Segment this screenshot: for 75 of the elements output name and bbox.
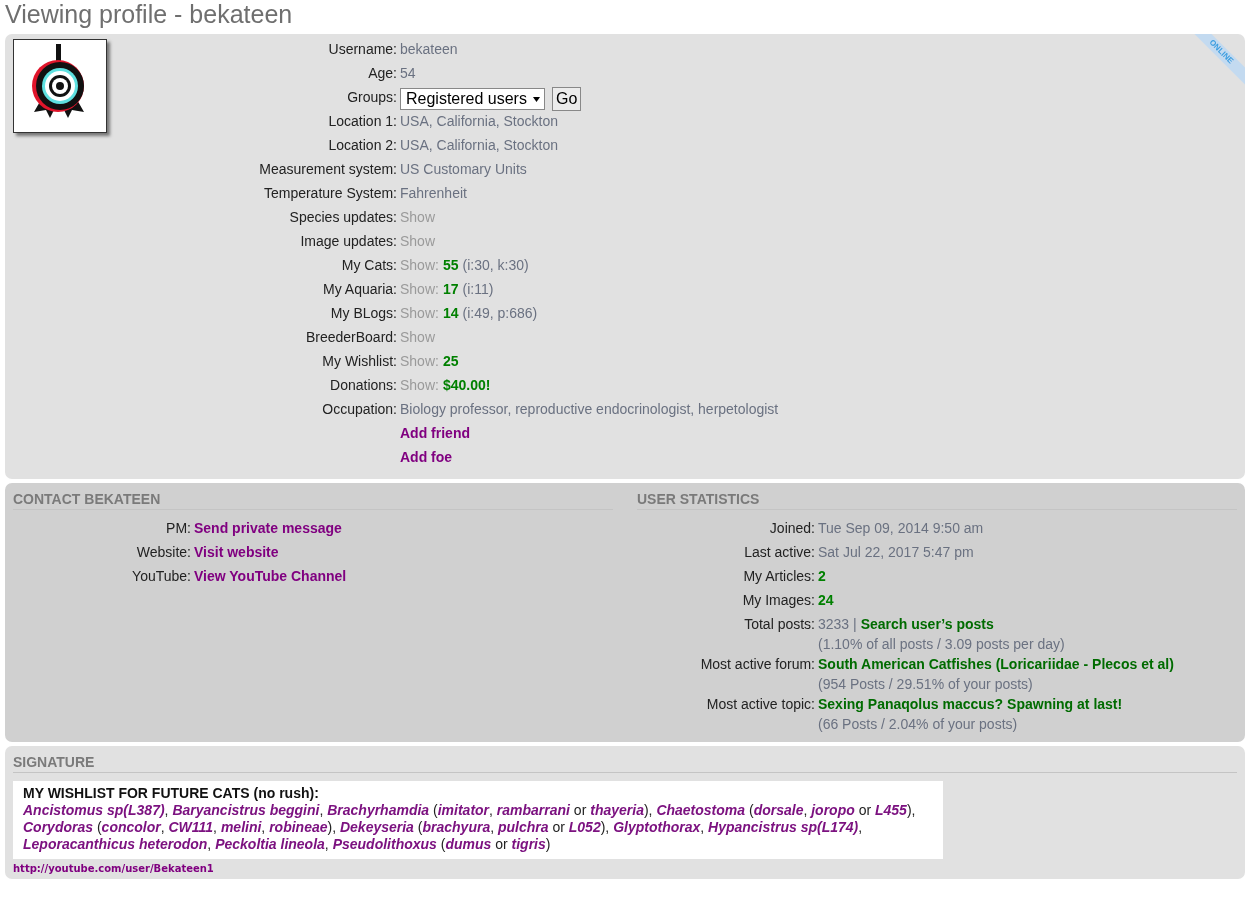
field-label: Image updates: (299, 232, 398, 251)
profile-link[interactable]: Add foe (400, 447, 453, 467)
field-label: Website: (135, 543, 192, 562)
profile-link[interactable]: Search user’s posts (860, 614, 994, 634)
field-label: Groups: (346, 88, 398, 107)
field-label: My Cats: (340, 256, 398, 275)
field-label: Last active: (743, 543, 816, 562)
value-text[interactable]: Show (400, 231, 436, 251)
signature-link[interactable]: http://youtube.com/user/Bekateen1 (13, 863, 214, 874)
field-label: Species updates: (288, 208, 398, 227)
value-text: Biology professor, reproductive endocrinologist, herpetologist (400, 400, 779, 419)
field-label: Temperature System: (262, 184, 398, 203)
field-label: Most active forum: (699, 655, 816, 674)
field-label: Measurement system: (258, 160, 398, 179)
field-label: Most active topic: (705, 695, 816, 714)
note-text: (66 Posts / 2.04% of your posts) (818, 715, 1019, 734)
count-text: 14 (442, 304, 459, 323)
field-label: Location 2: (327, 136, 398, 155)
note-text: (954 Posts / 29.51% of your posts) (818, 675, 1034, 694)
value-text: USA, California, Stockton (400, 112, 558, 131)
value-text: (i:11) (462, 280, 494, 299)
profile-link[interactable]: Send private message (194, 518, 342, 538)
caret-icon (532, 96, 540, 102)
field-label: Donations: (329, 376, 398, 395)
count-text: $40.00! (442, 376, 491, 395)
value-text: bekateen (400, 40, 458, 59)
value-text[interactable]: Show: (400, 279, 439, 299)
field-label: My Wishlist: (321, 352, 398, 371)
field-label: PM: (165, 519, 192, 538)
field-label: Occupation: (321, 400, 398, 419)
value-text: US Customary Units (400, 160, 527, 179)
field-label: YouTube: (131, 567, 192, 586)
value-text[interactable]: Show (400, 207, 436, 227)
value-text: (i:49, p:686) (462, 304, 538, 323)
section-heading: USER STATISTICS (637, 491, 1237, 510)
page-title: Viewing profile - bekateen (5, 0, 294, 30)
count-text: 25 (442, 352, 459, 371)
count-text: 55 (442, 256, 459, 275)
profile-link[interactable]: Sexing Panaqolus maccus? Spawning at last! (818, 694, 1123, 714)
count-text: 17 (442, 280, 459, 299)
field-label: Total posts: (743, 615, 816, 634)
field-label: Username: (327, 40, 398, 59)
signature-text: Ancistomus sp(L387), Baryancistrus beggini, Brachyrhamdia (imitator, rambarrani or thayeria), Chaetostoma (dorsale, joropo or L455), Corydoras (concolor, CW111, melini, robineae), Dekeyseria (brachyura, pulchra or L052), Glyptothorax, Hypancistrus sp(L174), Leporacanthicus heterodon, Peckoltia lineola, Pseudolithoxus (dumus or tigris) (23, 802, 917, 853)
value-text[interactable]: Show: (400, 255, 439, 275)
value-text: USA, California, Stockton (400, 136, 558, 155)
field-label: My Aquaria: (322, 280, 398, 299)
value-text[interactable]: Show: (400, 351, 439, 371)
value-text: Sat Jul 22, 2017 5:47 pm (818, 543, 974, 562)
count-text: 2 (818, 567, 826, 586)
field-label: BreederBoard: (304, 328, 398, 347)
profile-link[interactable]: Visit website (194, 542, 279, 562)
value-text: 54 (400, 64, 416, 83)
value-text: (i:30, k:30) (462, 256, 529, 275)
value-text: Tue Sep 09, 2014 9:50 am (818, 519, 984, 538)
groups-select[interactable]: Registered users (400, 88, 545, 110)
field-label: Joined: (768, 519, 816, 538)
field-label: Age: (367, 64, 398, 83)
go-button[interactable]: Go (551, 87, 582, 111)
signature-title: MY WISHLIST FOR FUTURE CATS (no rush): (23, 785, 320, 802)
note-text: (1.10% of all posts / 3.09 posts per day) (818, 635, 1066, 654)
value-text[interactable]: Show (400, 327, 436, 347)
profile-link[interactable]: View YouTube Channel (194, 566, 347, 586)
field-label: My Images: (741, 591, 816, 610)
value-text[interactable]: Show: (400, 303, 439, 323)
field-label: My BLogs: (329, 304, 398, 323)
field-label: Location 1: (327, 112, 398, 131)
section-heading: SIGNATURE (13, 754, 1237, 773)
count-text: 24 (818, 591, 834, 610)
value-text[interactable]: Show: (400, 375, 439, 395)
value-text: Fahrenheit (400, 184, 467, 203)
profile-link[interactable]: Add friend (400, 423, 470, 443)
profile-link[interactable]: South American Catfishes (Loricariidae - Plecos et al) (818, 654, 1174, 674)
value-text: 3233 | (818, 615, 857, 634)
section-heading: CONTACT BEKATEEN (13, 491, 613, 510)
field-label: My Articles: (742, 567, 816, 586)
